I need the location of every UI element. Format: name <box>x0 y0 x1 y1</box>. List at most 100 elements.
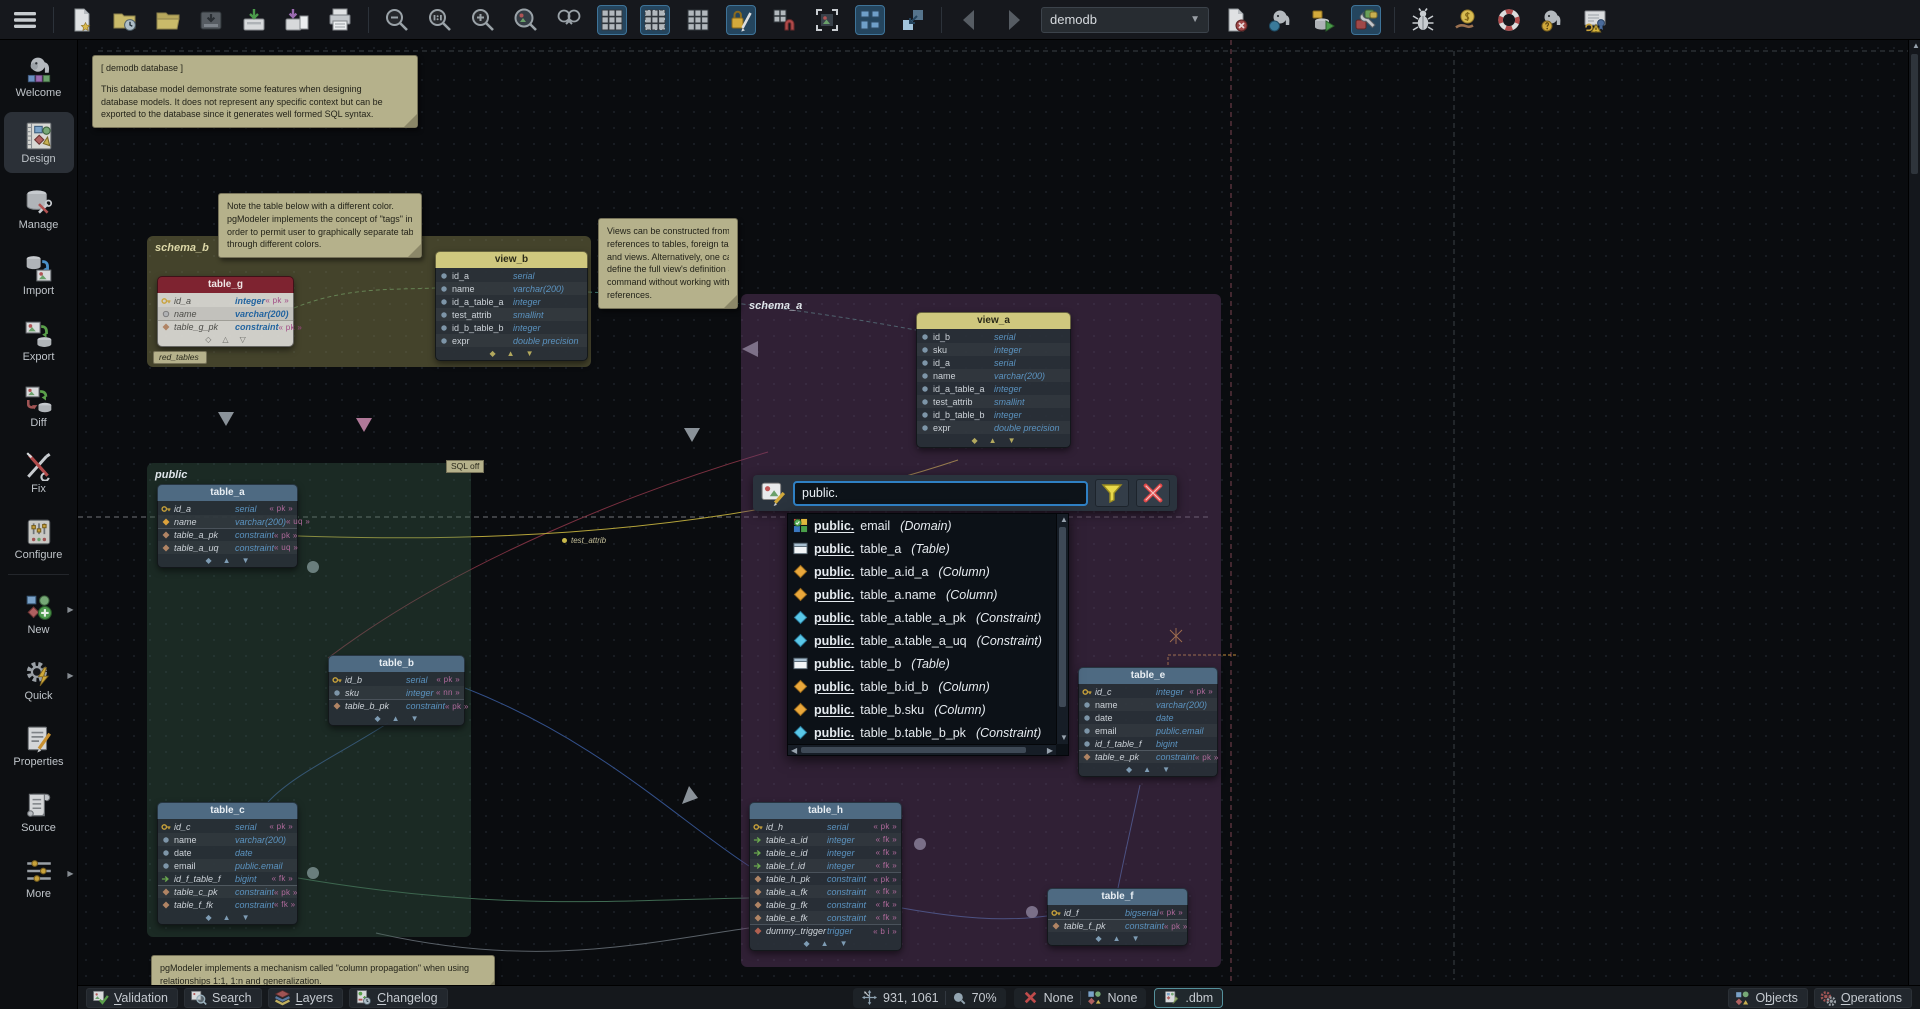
split-view-button[interactable] <box>554 5 584 35</box>
tag-red-tables[interactable]: red_tables <box>153 351 207 364</box>
sidebar-item-label: Diff <box>30 417 46 429</box>
entity-table_b[interactable]: table_bid_bserial« pk »skuinteger« nn »t… <box>328 655 465 726</box>
sidebar-item-properties[interactable]: Properties <box>4 715 74 776</box>
sidebar-item-manage[interactable]: Manage <box>4 178 74 239</box>
clear-search-button[interactable] <box>1136 479 1170 507</box>
pg-help-button[interactable] <box>1537 5 1567 35</box>
main-menu-button[interactable] <box>10 5 40 35</box>
text-note[interactable]: pgModeler implements a mechanism called … <box>151 955 495 985</box>
text-note[interactable]: Views can be constructed fromreferences … <box>598 218 738 309</box>
open-recent-button[interactable] <box>110 5 140 35</box>
column-name: id_a <box>174 504 232 514</box>
sidebar-item-fix[interactable]: Fix <box>4 442 74 503</box>
suggestion-item[interactable]: public.email(Domain) <box>788 514 1056 537</box>
search-input[interactable] <box>793 481 1088 506</box>
suggestion-item[interactable]: public.table_b.table_b_pk(Constraint) <box>788 721 1056 744</box>
suggestion-kind: (Constraint) <box>976 611 1041 625</box>
zoom-in-button[interactable] <box>468 5 498 35</box>
sidebar-item-import[interactable]: Import <box>4 244 74 305</box>
column-name: table_e_pk <box>1095 752 1153 762</box>
model-canvas[interactable]: schema_bpublicschema_a [ demodb database… <box>78 40 1920 985</box>
nav-forward-button[interactable] <box>998 5 1028 35</box>
changelog-button[interactable]: Changelog <box>349 988 447 1008</box>
foreign-key-icon <box>753 861 766 871</box>
report-bug-button[interactable] <box>1408 5 1438 35</box>
operations-button[interactable]: Operations <box>1814 988 1912 1008</box>
fix-model-button[interactable] <box>1351 5 1381 35</box>
print-model-button[interactable] <box>325 5 355 35</box>
layers-button[interactable]: Layers <box>268 988 344 1008</box>
open-model-button[interactable] <box>153 5 183 35</box>
vertical-scroll-thumb[interactable] <box>1059 527 1066 707</box>
donate-button[interactable] <box>1451 5 1481 35</box>
snap-to-grid-button[interactable] <box>683 5 713 35</box>
scroll-left-icon[interactable]: ◀ <box>791 747 797 755</box>
sidebar-item-more[interactable]: More▶ <box>4 847 74 908</box>
sidebar-item-quick[interactable]: Quick▶ <box>4 649 74 710</box>
suggestion-item[interactable]: public.table_a(Table) <box>788 537 1056 560</box>
suggestions-horizontal-scrollbar[interactable]: ◀ ▶ <box>788 744 1056 755</box>
suggestion-item[interactable]: public.table_a.table_a_pk(Constraint) <box>788 606 1056 629</box>
entity-table_g[interactable]: table_gid_ainteger« pk »namevarchar(200)… <box>157 276 294 347</box>
horizontal-scroll-thumb[interactable] <box>801 747 1026 753</box>
entity-table_c[interactable]: table_cid_cserial« pk »namevarchar(200)d… <box>157 802 298 925</box>
entity-view_b[interactable]: view_bid_aserialnamevarchar(200)id_a_tab… <box>435 251 588 361</box>
scroll-up-icon[interactable]: ▲ <box>1912 42 1920 50</box>
sidebar-item-new[interactable]: New▶ <box>4 583 74 644</box>
protect-objects-button[interactable] <box>726 5 756 35</box>
support-button[interactable] <box>1494 5 1524 35</box>
sidebar-item-source[interactable]: Source <box>4 781 74 842</box>
scroll-right-icon[interactable]: ▶ <box>1047 747 1053 755</box>
show-grid-button[interactable] <box>597 5 627 35</box>
column-name: date <box>1095 713 1153 723</box>
scroll-up-icon[interactable]: ▲ <box>1060 516 1068 524</box>
align-to-grid-button[interactable] <box>769 5 799 35</box>
suggestion-item[interactable]: public.table_a.table_a_uq(Constraint) <box>788 629 1056 652</box>
sidebar-item-diff[interactable]: Diff <box>4 376 74 437</box>
entity-table_h[interactable]: table_hid_hserial« pk »table_a_idinteger… <box>749 802 902 951</box>
model-selector[interactable]: demodb▼ <box>1041 7 1209 33</box>
suggestion-item[interactable]: public.table_a.id_a(Column) <box>788 560 1056 583</box>
suggestions-vertical-scrollbar[interactable]: ▲ ▼ <box>1056 514 1068 744</box>
validation-button[interactable]: Validation <box>86 988 178 1008</box>
scroll-down-icon[interactable]: ▼ <box>1060 734 1068 742</box>
save-model-button[interactable] <box>196 5 226 35</box>
canvas-scroll-thumb[interactable] <box>1911 54 1918 174</box>
deploy-to-server-button[interactable] <box>1308 5 1338 35</box>
dbm-file-icon <box>1164 990 1180 1006</box>
close-model-button[interactable] <box>1222 5 1252 35</box>
import-model-button[interactable] <box>239 5 269 35</box>
license-button[interactable] <box>1580 5 1610 35</box>
entity-table_e[interactable]: table_eid_cinteger« pk »namevarchar(200)… <box>1078 667 1218 777</box>
text-note[interactable]: Note the table below with a different co… <box>218 193 422 258</box>
suggestion-item[interactable]: public.table_a.name(Column) <box>788 583 1056 606</box>
compact-view-button[interactable] <box>898 5 928 35</box>
text-note[interactable]: [ demodb database ]This database model d… <box>92 55 418 128</box>
suggestion-item[interactable]: public.table_b(Table) <box>788 652 1056 675</box>
nav-back-button[interactable] <box>955 5 985 35</box>
sql-preview-button[interactable] <box>1265 5 1295 35</box>
suggestion-item[interactable]: public.table_b.id_b(Column) <box>788 675 1056 698</box>
objects-button[interactable]: Objects <box>1728 988 1807 1008</box>
entity-table_f[interactable]: table_fid_fbigserial« pk »table_f_pkcons… <box>1047 888 1188 946</box>
arrange-objects-button[interactable] <box>855 5 885 35</box>
save-as-button[interactable] <box>282 5 312 35</box>
sidebar-item-export[interactable]: Export <box>4 310 74 371</box>
fit-objects-button[interactable] <box>812 5 842 35</box>
zoom-out-button[interactable] <box>382 5 412 35</box>
sidebar-item-welcome[interactable]: Welcome <box>4 46 74 107</box>
sidebar-item-design[interactable]: Design <box>4 112 74 173</box>
dbm-file-button[interactable]: .dbm <box>1154 988 1223 1008</box>
new-model-button[interactable] <box>67 5 97 35</box>
sidebar-item-configure[interactable]: Configure <box>4 508 74 569</box>
canvas-vertical-scrollbar[interactable]: ▲ <box>1908 40 1920 985</box>
search-button[interactable]: Search <box>184 988 262 1008</box>
entity-table_a[interactable]: table_aid_aserial« pk »namevarchar(200)«… <box>157 484 298 568</box>
model-overview-button[interactable] <box>511 5 541 35</box>
entity-view_a[interactable]: view_aid_bserialskuintegerid_aserialname… <box>916 312 1071 448</box>
zoom-original-button[interactable] <box>425 5 455 35</box>
filter-button[interactable] <box>1095 479 1129 507</box>
page-delimiters-button[interactable] <box>640 5 670 35</box>
suggestion-item[interactable]: public.table_b.sku(Column) <box>788 698 1056 721</box>
sql-off-badge[interactable]: SQL off <box>446 460 484 473</box>
